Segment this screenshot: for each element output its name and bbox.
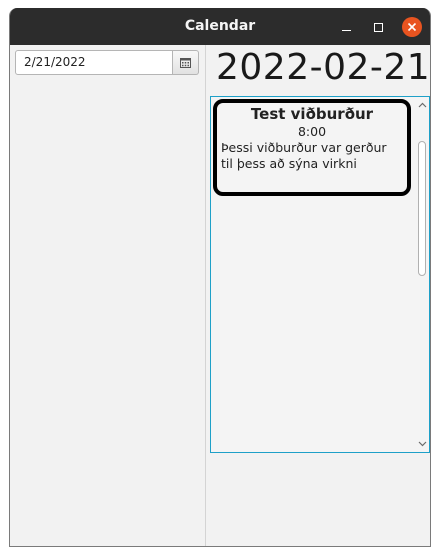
close-button[interactable] (402, 17, 422, 37)
event-title: Test viðburður (250, 105, 374, 123)
window-title: Calendar (184, 18, 256, 34)
event-card[interactable]: Test viðburður 8:00 Þessi viðburður var … (213, 99, 411, 196)
date-input[interactable]: 2/21/2022 (15, 50, 174, 75)
date-picker[interactable]: 2/21/2022 (15, 50, 199, 75)
title-bar[interactable]: Calendar (10, 8, 430, 45)
vertical-scrollbar[interactable] (415, 97, 429, 452)
calendar-window: Calendar 2/21/2022 2022-02-21 Test viðbu… (9, 8, 431, 547)
close-icon (407, 22, 417, 32)
left-pane: 2/21/2022 (10, 45, 206, 546)
maximize-button[interactable] (368, 17, 388, 37)
scroll-up-button[interactable] (415, 98, 429, 112)
day-heading: 2022-02-21 (216, 47, 431, 88)
date-picker-button[interactable] (173, 50, 199, 75)
chevron-up-icon (418, 102, 426, 108)
calendar-icon (180, 57, 192, 68)
scrollbar-thumb[interactable] (418, 141, 426, 276)
right-pane: 2022-02-21 Test viðburður 8:00 Þessi við… (206, 45, 430, 546)
chevron-down-icon (418, 441, 426, 447)
minimize-button[interactable] (336, 17, 356, 37)
event-time: 8:00 (297, 124, 327, 139)
event-description: Þessi viðburður var gerður til þess að s… (221, 140, 387, 171)
event-list[interactable]: Test viðburður 8:00 Þessi viðburður var … (210, 96, 430, 453)
scroll-down-button[interactable] (415, 437, 429, 451)
minimize-icon (341, 30, 351, 31)
maximize-icon (373, 22, 383, 32)
